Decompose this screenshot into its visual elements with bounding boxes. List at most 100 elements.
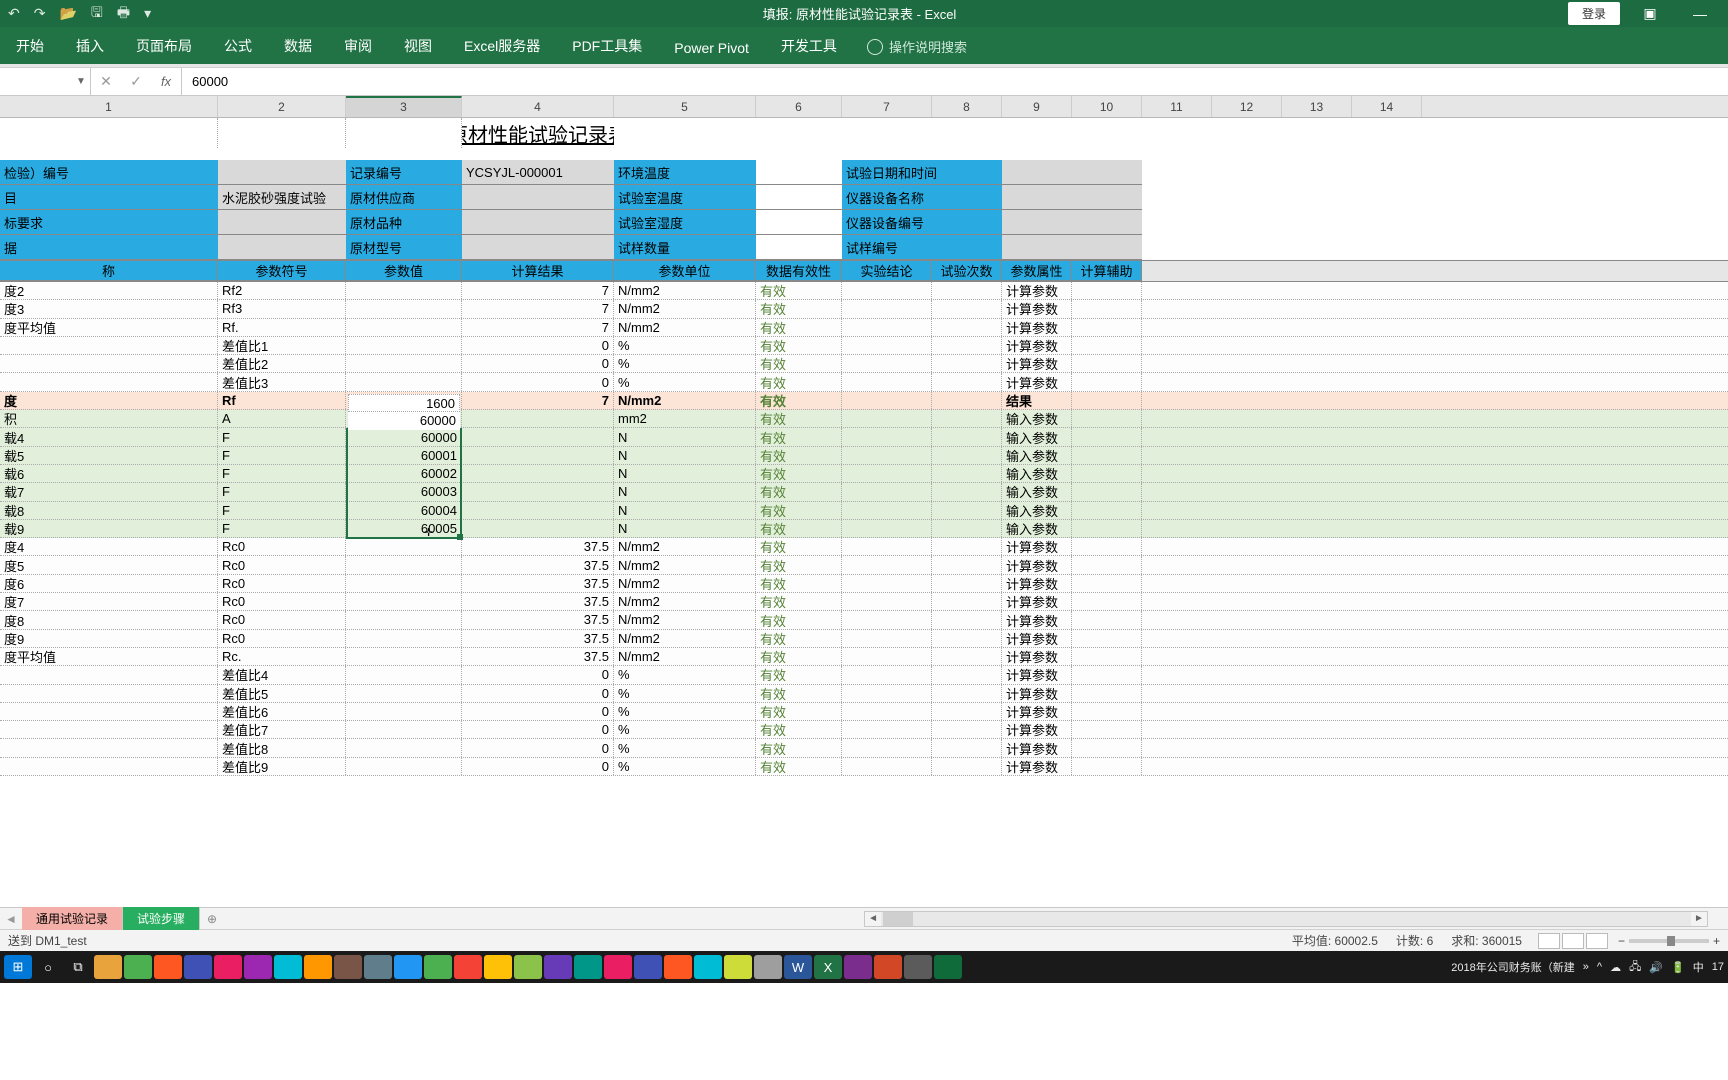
data-cell[interactable]: 37.5 [462, 538, 614, 555]
column-header[interactable]: 3 [346, 96, 462, 117]
data-cell[interactable] [0, 703, 218, 720]
data-cell[interactable]: % [614, 758, 756, 775]
data-cell[interactable] [842, 666, 932, 683]
data-cell[interactable] [462, 520, 614, 537]
column-header[interactable]: 1 [0, 96, 218, 117]
app-icon[interactable] [424, 955, 452, 979]
data-cell[interactable] [932, 575, 1002, 592]
data-cell[interactable] [1072, 337, 1142, 354]
header-cell[interactable] [1002, 210, 1142, 235]
minimize-icon[interactable]: ― [1680, 6, 1720, 22]
data-cell[interactable]: 0 [462, 337, 614, 354]
column-header[interactable]: 12 [1212, 96, 1282, 117]
data-cell[interactable] [842, 556, 932, 573]
data-cell[interactable]: N/mm2 [614, 630, 756, 647]
data-cell[interactable]: 有效 [756, 575, 842, 592]
data-cell[interactable]: N/mm2 [614, 300, 756, 317]
data-cell[interactable] [932, 319, 1002, 336]
column-label[interactable]: 试验次数 [932, 261, 1002, 281]
column-label[interactable]: 参数值 [346, 261, 462, 281]
data-cell[interactable]: 计算参数 [1002, 373, 1072, 390]
data-cell[interactable] [462, 428, 614, 445]
header-cell[interactable]: 水泥胶砂强度试验 [218, 185, 346, 210]
app-icon[interactable] [574, 955, 602, 979]
data-cell[interactable] [842, 282, 932, 299]
data-cell[interactable] [932, 282, 1002, 299]
data-cell[interactable]: 有效 [756, 739, 842, 756]
cell[interactable] [0, 118, 218, 148]
data-cell[interactable]: 差值比2 [218, 355, 346, 372]
header-cell[interactable] [462, 210, 614, 235]
data-cell[interactable]: F [218, 465, 346, 482]
data-cell[interactable]: 计算参数 [1002, 355, 1072, 372]
data-cell[interactable]: 7 [462, 319, 614, 336]
data-cell[interactable]: 60002 [346, 465, 462, 482]
data-cell[interactable]: 计算参数 [1002, 282, 1072, 299]
header-cell[interactable]: 记录编号 [346, 160, 462, 185]
header-cell[interactable]: 原材型号 [346, 235, 462, 260]
word-icon[interactable]: W [784, 955, 812, 979]
data-cell[interactable] [462, 502, 614, 519]
data-cell[interactable]: 0 [462, 666, 614, 683]
tab-data[interactable]: 数据 [268, 28, 328, 64]
excel-icon[interactable]: X [814, 955, 842, 979]
tray-time[interactable]: 17 [1712, 961, 1724, 973]
data-cell[interactable]: N [614, 465, 756, 482]
cell[interactable] [346, 118, 462, 148]
data-cell[interactable]: F [218, 502, 346, 519]
column-label[interactable]: 参数符号 [218, 261, 346, 281]
data-cell[interactable] [932, 483, 1002, 500]
data-cell[interactable]: 0 [462, 373, 614, 390]
data-cell[interactable] [462, 465, 614, 482]
accept-formula-icon[interactable]: ✓ [121, 73, 151, 90]
data-cell[interactable] [932, 520, 1002, 537]
data-cell[interactable] [0, 337, 218, 354]
tab-pdf-tools[interactable]: PDF工具集 [556, 28, 658, 64]
data-cell[interactable]: F [218, 483, 346, 500]
data-cell[interactable]: 差值比1 [218, 337, 346, 354]
data-cell[interactable] [842, 739, 932, 756]
undo-icon[interactable]: ↶ [8, 5, 20, 22]
data-cell[interactable] [932, 611, 1002, 628]
data-cell[interactable]: 积 [0, 410, 218, 427]
column-header[interactable]: 6 [756, 96, 842, 117]
header-cell[interactable] [756, 235, 842, 260]
scroll-left-icon[interactable]: ◄ [865, 912, 881, 926]
data-cell[interactable] [0, 373, 218, 390]
data-cell[interactable] [932, 337, 1002, 354]
data-cell[interactable] [346, 282, 462, 299]
data-cell[interactable]: 37.5 [462, 593, 614, 610]
tray-up-icon[interactable]: ^ [1597, 961, 1602, 973]
data-cell[interactable]: 0 [462, 703, 614, 720]
open-icon[interactable]: 📂 [59, 5, 76, 22]
data-cell[interactable]: 计算参数 [1002, 703, 1072, 720]
data-cell[interactable]: 有效 [756, 556, 842, 573]
data-cell[interactable]: 有效 [756, 428, 842, 445]
data-cell[interactable] [462, 447, 614, 464]
column-label[interactable]: 参数属性 [1002, 261, 1072, 281]
data-cell[interactable]: 有效 [756, 611, 842, 628]
data-cell[interactable] [1072, 428, 1142, 445]
sheet-nav-prev-icon[interactable]: ◄ [0, 912, 22, 926]
column-label[interactable]: 计算结果 [462, 261, 614, 281]
data-cell[interactable] [462, 483, 614, 500]
tray-cloud-icon[interactable]: ☁ [1610, 961, 1621, 974]
data-cell[interactable]: 计算参数 [1002, 685, 1072, 702]
data-cell[interactable] [1072, 282, 1142, 299]
data-cell[interactable]: 有效 [756, 666, 842, 683]
tab-home[interactable]: 开始 [0, 28, 60, 64]
header-cell[interactable] [756, 210, 842, 235]
header-cell[interactable]: 仪器设备名称 [842, 185, 1002, 210]
tray-chevron-icon[interactable]: » [1583, 961, 1589, 973]
data-cell[interactable]: 0 [462, 355, 614, 372]
app-icon[interactable] [694, 955, 722, 979]
data-cell[interactable] [932, 685, 1002, 702]
data-cell[interactable]: N/mm2 [614, 392, 756, 409]
data-cell[interactable]: N [614, 483, 756, 500]
data-cell[interactable]: 度平均值 [0, 648, 218, 665]
data-cell[interactable]: 输入参数 [1002, 428, 1072, 445]
app-icon[interactable] [274, 955, 302, 979]
data-cell[interactable]: 有效 [756, 703, 842, 720]
app-icon[interactable] [394, 955, 422, 979]
data-cell[interactable]: 度平均值 [0, 319, 218, 336]
